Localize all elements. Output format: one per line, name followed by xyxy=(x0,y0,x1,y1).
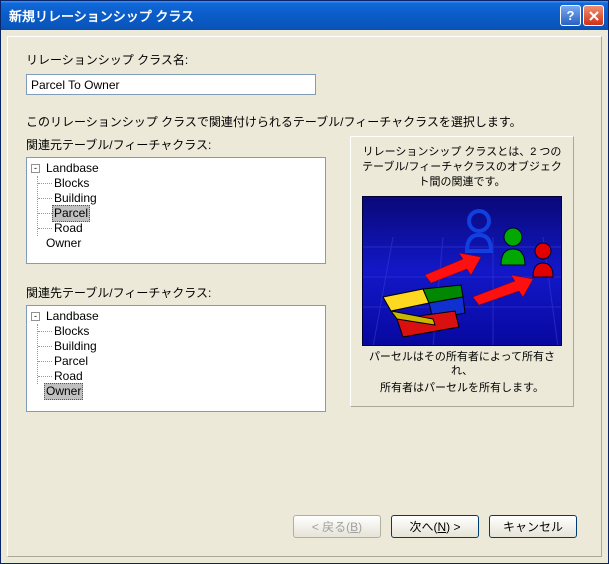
dest-tree[interactable]: -LandbaseBlocksBuildingParcelRoadOwner xyxy=(26,305,326,412)
tree-item-label: Landbase xyxy=(44,161,101,176)
button-row: < 戻る(B) 次へ(N) > キャンセル xyxy=(26,505,583,544)
title-text: 新規リレーションシップ クラス xyxy=(9,6,558,25)
close-button[interactable] xyxy=(583,5,604,26)
back-button[interactable]: < 戻る(B) xyxy=(293,515,381,538)
tree-item-label: Parcel xyxy=(52,354,90,369)
tree-item[interactable]: Owner xyxy=(44,384,321,399)
tree-item[interactable]: Parcel xyxy=(38,206,321,221)
tree-item[interactable]: Parcel xyxy=(38,354,321,369)
tree-item-label: Building xyxy=(52,339,99,354)
tree-item[interactable]: Building xyxy=(38,191,321,206)
tree-item[interactable]: -Landbase xyxy=(31,309,321,324)
tree-item-label: Road xyxy=(52,369,85,384)
info-text-bottom2: 所有者はパーセルを所有します。 xyxy=(359,381,565,396)
titlebar: 新規リレーションシップ クラス ? xyxy=(1,1,608,30)
tree-item-label: Blocks xyxy=(52,176,91,191)
class-name-input[interactable] xyxy=(26,74,316,95)
illustration xyxy=(362,196,562,346)
collapse-icon[interactable]: - xyxy=(31,164,40,173)
next-button[interactable]: 次へ(N) > xyxy=(391,515,479,538)
collapse-icon[interactable]: - xyxy=(31,312,40,321)
tree-item[interactable]: Blocks xyxy=(38,176,321,191)
help-button[interactable]: ? xyxy=(560,5,581,26)
tree-item-label: Blocks xyxy=(52,324,91,339)
tree-item[interactable]: -Landbase xyxy=(31,161,321,176)
class-name-label: リレーションシップ クラス名: xyxy=(26,51,583,68)
instruction-text: このリレーションシップ クラスで関連付けられるテーブル/フィーチャクラスを選択し… xyxy=(26,113,583,130)
tree-item[interactable]: Road xyxy=(38,369,321,384)
tree-item-label: Parcel xyxy=(52,205,90,222)
content-area: リレーションシップ クラス名: このリレーションシップ クラスで関連付けられるテ… xyxy=(1,30,608,563)
right-column: リレーションシップ クラスとは、2 つのテーブル/フィーチャクラスのオブジェクト… xyxy=(350,136,583,412)
tree-item[interactable]: Blocks xyxy=(38,324,321,339)
inner-panel: リレーションシップ クラス名: このリレーションシップ クラスで関連付けられるテ… xyxy=(7,36,602,557)
tree-item[interactable]: Building xyxy=(38,339,321,354)
origin-tree[interactable]: -LandbaseBlocksBuildingParcelRoadOwner xyxy=(26,157,326,264)
tree-item-label: Landbase xyxy=(44,309,101,324)
tree-item-label: Owner xyxy=(44,383,83,400)
tree-item-label: Road xyxy=(52,221,85,236)
info-panel: リレーションシップ クラスとは、2 つのテーブル/フィーチャクラスのオブジェクト… xyxy=(350,136,574,407)
origin-label: 関連元テーブル/フィーチャクラス: xyxy=(26,136,326,153)
dialog-window: 新規リレーションシップ クラス ? リレーションシップ クラス名: このリレーシ… xyxy=(0,0,609,564)
cancel-button[interactable]: キャンセル xyxy=(489,515,577,538)
close-icon xyxy=(589,11,599,21)
tree-item-label: Owner xyxy=(44,236,83,251)
info-text-top: リレーションシップ クラスとは、2 つのテーブル/フィーチャクラスのオブジェクト… xyxy=(359,145,565,190)
dest-label: 関連先テーブル/フィーチャクラス: xyxy=(26,284,326,301)
left-column: 関連元テーブル/フィーチャクラス: -LandbaseBlocksBuildin… xyxy=(26,136,326,412)
tree-item[interactable]: Road xyxy=(38,221,321,236)
tree-item-label: Building xyxy=(52,191,99,206)
tree-item[interactable]: Owner xyxy=(44,236,321,251)
info-text-bottom1: パーセルはその所有者によって所有され、 xyxy=(359,350,565,380)
columns: 関連元テーブル/フィーチャクラス: -LandbaseBlocksBuildin… xyxy=(26,136,583,412)
